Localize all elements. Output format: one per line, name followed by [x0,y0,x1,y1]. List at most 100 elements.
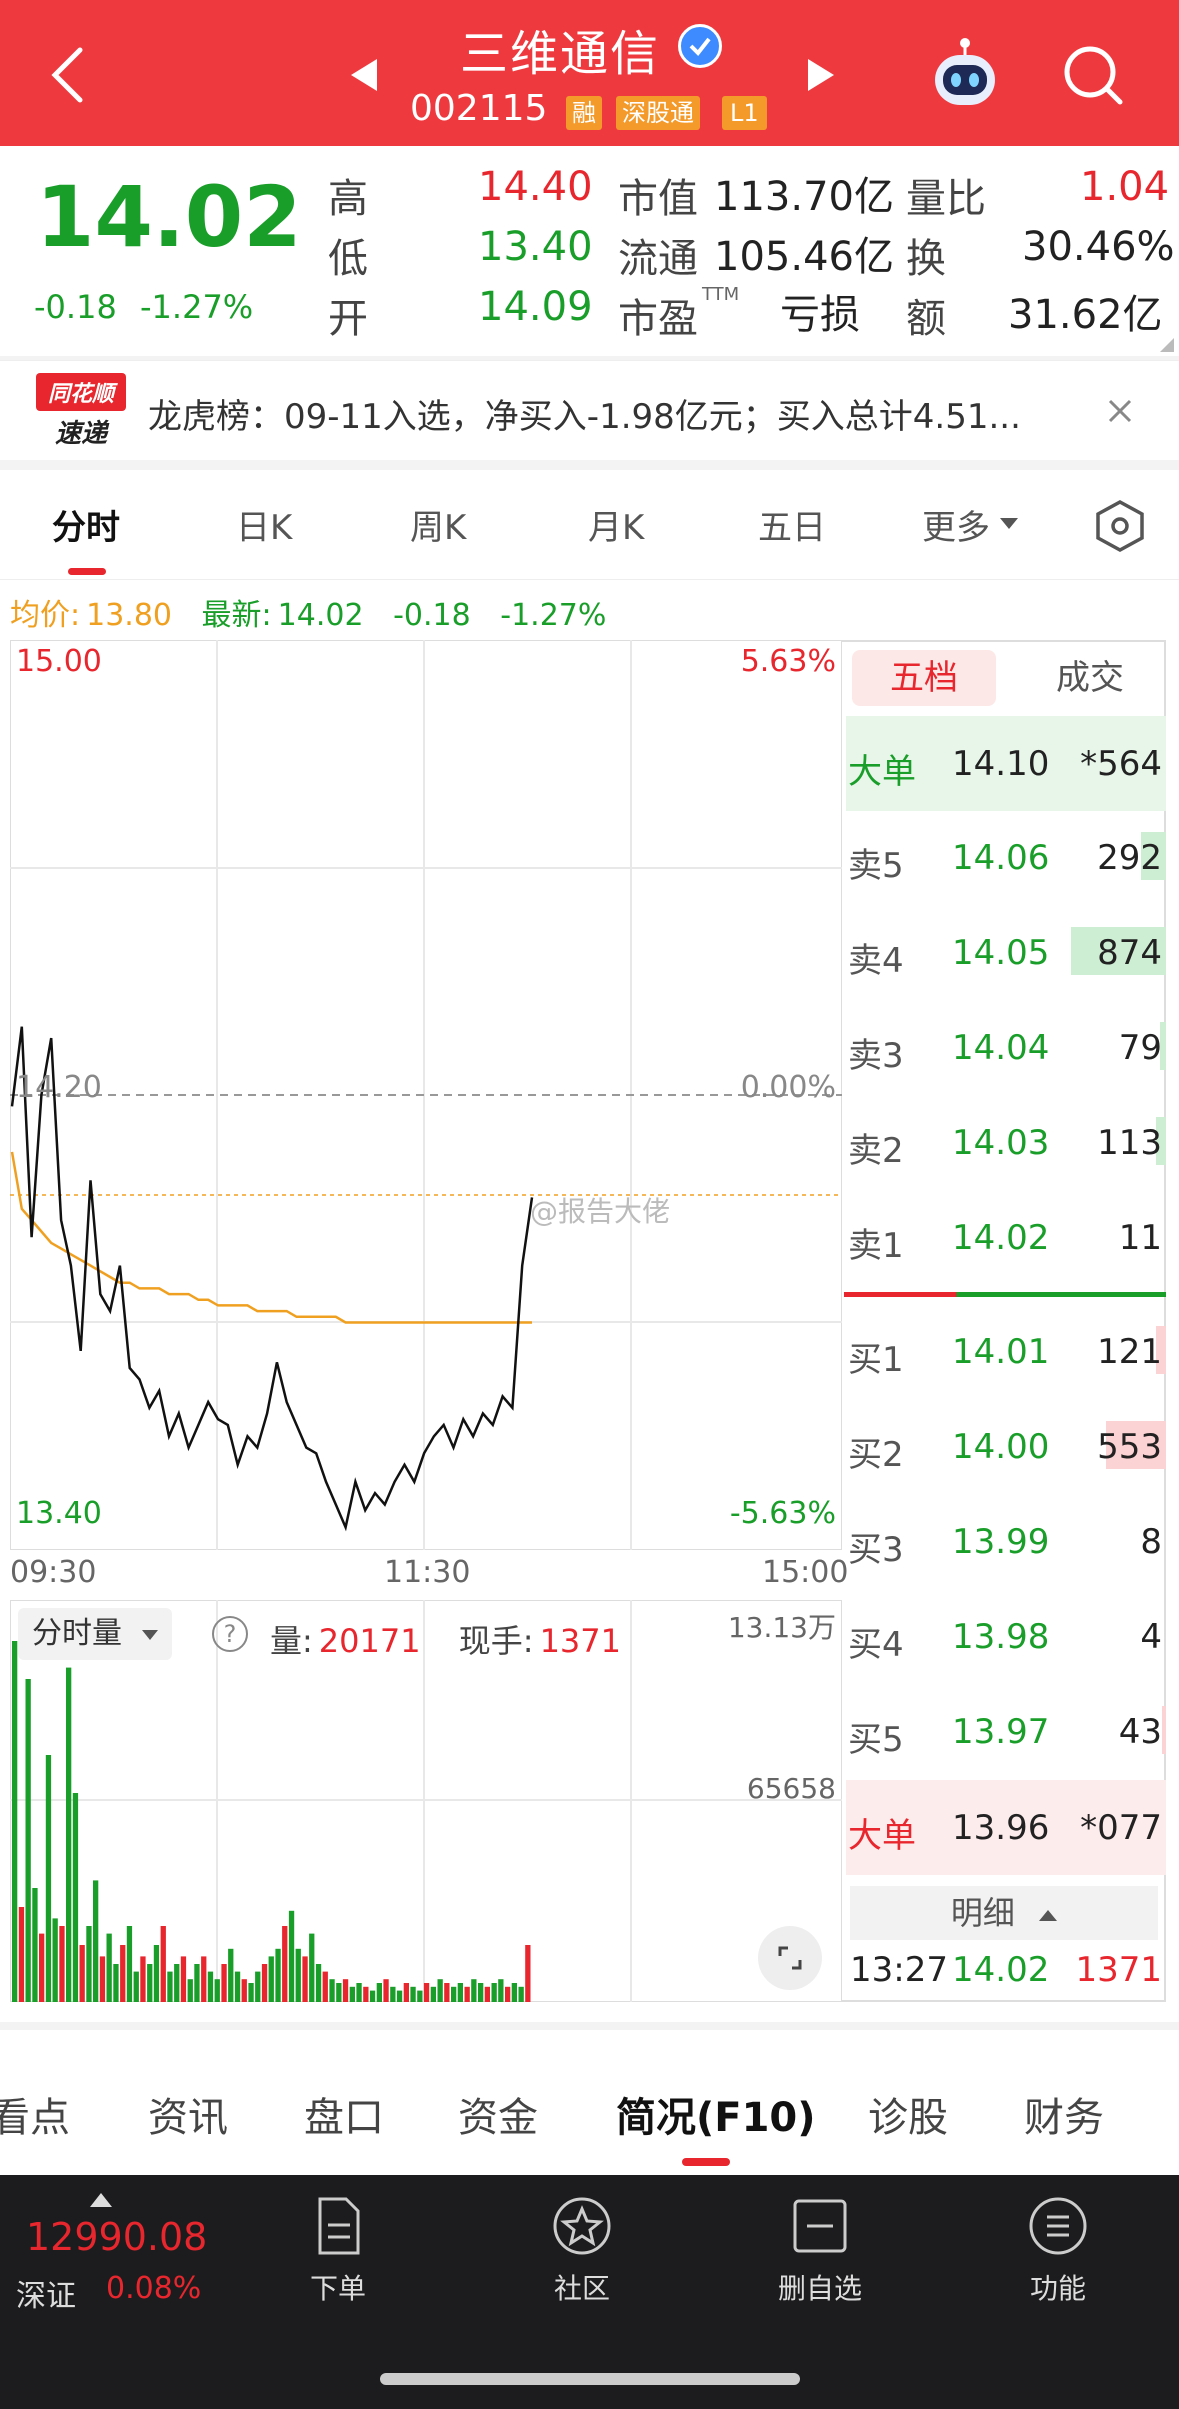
level-volume: 79 [1118,1028,1162,1068]
volume-bar [174,1964,180,2002]
expand-corner-icon[interactable] [1160,338,1174,352]
tab-highlights[interactable]: 看点 [0,2085,70,2143]
volume-readout: 量: 20171 现手: 1371 [270,1616,621,1662]
mktcap-label: 市值 [618,176,698,222]
y-bottom-label: 13.40 [16,1496,102,1531]
news-banner[interactable]: 同花顺 速递 龙虎榜：09-11入选，净买入-1.98亿元；买入总计4.51..… [0,360,1179,460]
big-buy-label: 大单 [848,1816,916,1856]
level-label: 买5 [848,1720,904,1760]
nav-community-label: 社区 [553,2272,610,2305]
nav-functions[interactable]: 功能 [978,2195,1138,2307]
volume-bar [363,1986,369,2002]
volume-selector[interactable]: 分时量 [18,1608,172,1660]
detail-toggle[interactable]: 明细 [850,1886,1158,1940]
index-widget[interactable]: 12990.08 深证 0.08% [14,2193,214,2314]
level-label: 卖5 [848,846,904,886]
sell-level-row[interactable]: 卖5 14.06 292 [846,810,1166,905]
turnover-label: 换 [906,236,946,282]
level-volume: 11 [1118,1218,1162,1258]
level-label: 卖3 [848,1036,904,1076]
news-text: 龙虎榜：09-11入选，净买入-1.98亿元；买入总计4.51... [148,397,1021,437]
volume-bar [444,1983,450,2002]
level-volume: 553 [1097,1427,1162,1467]
tab-daily-k[interactable]: 日K [236,500,292,549]
fullscreen-icon[interactable] [758,1926,822,1990]
pe-value: 亏损 [780,292,860,338]
volume-bar [295,1948,301,2002]
stock-name: 三维通信 [460,26,661,82]
current-price: 14.02 [36,168,302,266]
tab-order-book[interactable]: 盘口 [304,2085,384,2143]
robot-assistant-icon[interactable] [925,35,1005,115]
buy-level-row[interactable]: 买1 14.01 121 [846,1304,1166,1399]
sell-level-row[interactable]: 卖3 14.04 79 [846,1000,1166,1095]
volume-bar [18,1907,25,2002]
chart-settings-icon[interactable] [1092,498,1148,554]
tab-diagnosis[interactable]: 诊股 [868,2085,948,2143]
tab-weekly-k[interactable]: 周K [410,500,466,549]
tab-news[interactable]: 资讯 [148,2085,228,2143]
help-icon[interactable]: ? [212,1616,248,1652]
latest-label: 最新: [201,598,272,633]
amount-value: 31.62亿 [1008,292,1163,338]
volume-chart[interactable]: 分时量 ? 量: 20171 现手: 1371 13.13万 65658 [9,1599,843,2003]
volume-selector-label: 分时量 [32,1616,122,1651]
nav-order-label: 下单 [309,2272,366,2305]
x-label-close: 15:00 [762,1555,849,1590]
volume-bar [376,1983,382,2002]
tab-capital[interactable]: 资金 [458,2085,538,2143]
float-value: 105.46亿 [714,234,894,280]
volume-bar [484,1986,490,2002]
volume-bar [79,1945,85,2002]
low-value: 13.40 [478,224,593,270]
volume-bar [201,1956,207,2002]
buy-level-row[interactable]: 买3 13.99 8 [846,1494,1166,1589]
nav-remove-watchlist[interactable]: 删自选 [740,2195,900,2307]
tab-monthly-k[interactable]: 月K [588,500,644,549]
index-pct: 0.08% [106,2271,202,2306]
open-value: 14.09 [478,284,593,330]
sell-level-row[interactable]: 卖2 14.03 113 [846,1095,1166,1190]
tab-more[interactable]: 更多 [922,500,990,549]
intraday-chart[interactable]: 15.00 14.20 13.40 5.63% 0.00% -5.63% @报告… [9,639,843,1551]
hand-value: 1371 [539,1622,621,1660]
big-buy-price: 13.96 [952,1808,1050,1848]
tab-trades[interactable]: 成交 [1030,650,1150,706]
volume-bar [194,1964,200,2002]
next-stock-icon[interactable] [800,55,840,95]
tab-financials[interactable]: 财务 [1024,2085,1104,2143]
back-icon[interactable] [40,40,100,110]
level-volume: 121 [1097,1332,1162,1372]
stock-header: 三维通信 002115 融 深股通 L1 [0,0,1179,146]
buy-level-row[interactable]: 买5 13.97 43 [846,1684,1166,1779]
high-value: 14.40 [478,164,593,210]
volume-bar [99,1956,106,2002]
nav-community[interactable]: 社区 [502,2195,662,2307]
search-icon[interactable] [1058,40,1128,110]
volume-bar [451,1986,457,2002]
amount-label: 额 [906,296,946,342]
sell-level-row[interactable]: 卖4 14.05 874 [846,905,1166,1000]
sell-level-row[interactable]: 卖1 14.02 11 [846,1190,1166,1285]
volume-bar [282,1926,288,2002]
volume-bar [518,1986,524,2002]
tab-five-day[interactable]: 五日 [758,500,826,549]
nav-order[interactable]: 下单 [258,2195,418,2307]
buy-level-row[interactable]: 买2 14.00 553 [846,1399,1166,1494]
tab-profile[interactable]: 简况(F10) [616,2085,816,2143]
big-buy-vol: *077 [1080,1808,1162,1848]
badge-connect: 深股通 [616,96,700,130]
watermark: @报告大佬 [530,1195,671,1228]
volume-bar [72,1793,79,2002]
tab-five-levels[interactable]: 五档 [852,650,996,706]
prev-stock-icon[interactable] [345,55,385,95]
tab-intraday[interactable]: 分时 [52,500,120,549]
big-sell-label: 大单 [848,752,916,792]
volume-bar [349,1986,355,2002]
close-icon[interactable] [1100,391,1140,431]
buy-level-row[interactable]: 买4 13.98 4 [846,1589,1166,1684]
brand-line1: 同花顺 [36,373,126,411]
badge-margin: 融 [566,96,602,130]
price-chart-svg [9,639,843,1551]
level-price: 13.97 [952,1712,1050,1752]
